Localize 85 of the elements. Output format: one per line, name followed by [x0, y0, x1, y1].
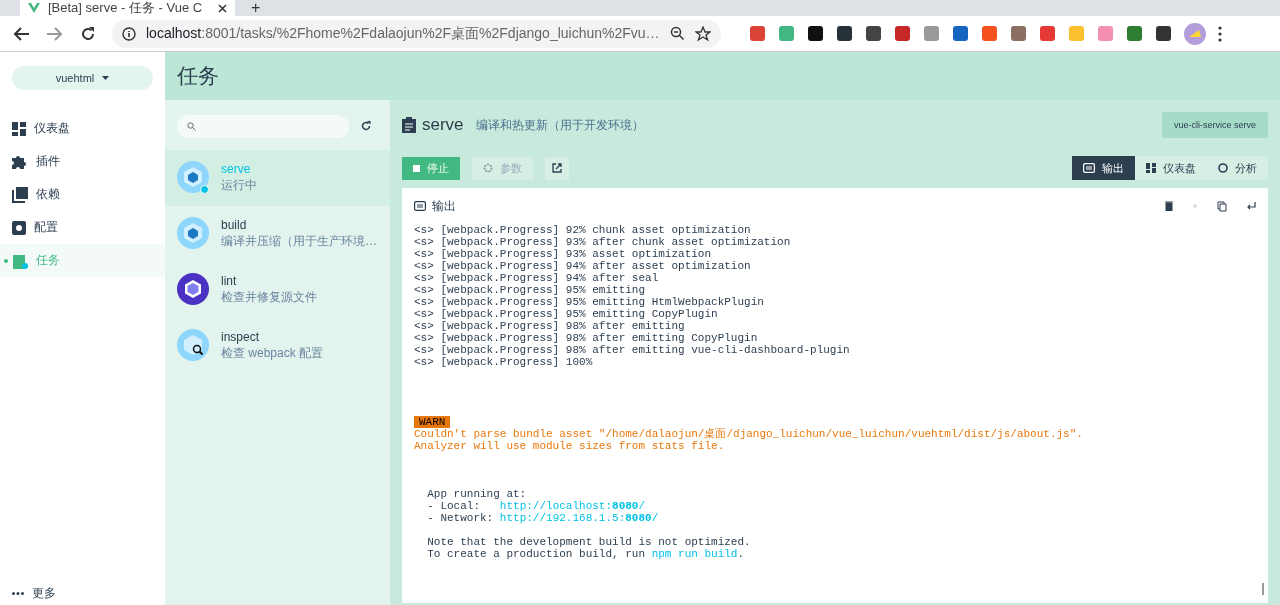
view-tab[interactable]: 分析	[1207, 156, 1268, 180]
log-line: To create a production build, run npm run build.	[426, 548, 746, 560]
browser-tab[interactable]: [Beta] serve - 任务 - Vue C	[20, 0, 235, 16]
log-line: <s> [webpack.Progress] 95% emitting CopyPlugin	[414, 308, 719, 320]
log-line: App running at:	[426, 488, 528, 500]
info-icon	[122, 26, 136, 41]
extension-icon[interactable]	[806, 25, 824, 42]
warning-line: Analyzer will use module sizes from stats file.	[414, 440, 726, 452]
dot-icon	[1193, 204, 1197, 208]
cube-icon	[177, 217, 211, 251]
task-item[interactable]: lint 检查并修复源文件	[165, 262, 390, 318]
view-tab[interactable]: 输出	[1072, 156, 1135, 180]
wrap-icon[interactable]	[1247, 201, 1256, 211]
task-subtitle: 编译和热更新（用于开发环境）	[475, 116, 644, 134]
nav-item[interactable]: 依赖	[0, 178, 165, 211]
log-line: <s> [webpack.Progress] 95% emitting	[414, 284, 647, 296]
task-description: 检查 webpack 配置	[221, 345, 324, 362]
output-title: 输出	[432, 197, 456, 215]
log-line: <s> [webpack.Progress] 98% after emitting	[414, 320, 686, 332]
extension-icon[interactable]	[864, 25, 882, 42]
star-icon[interactable]	[694, 25, 711, 42]
trash-icon[interactable]	[1165, 201, 1173, 211]
task-name: serve	[221, 162, 252, 176]
nav-item[interactable]: 配置	[0, 211, 165, 244]
open-external-icon	[552, 163, 562, 173]
log-line: <s> [webpack.Progress] 93% asset optimization	[414, 248, 713, 260]
dashboard-icon	[1146, 163, 1156, 173]
cube-search-icon	[177, 329, 211, 363]
reload-icon[interactable]	[80, 25, 96, 42]
message-icon	[414, 201, 426, 211]
address-bar[interactable]: localhost:8001/tasks/%2Fhome%2Fdalaojun%2F桌面%2Fdjango_luichun%2Fvu…	[112, 19, 721, 48]
library-icon	[12, 186, 28, 203]
cube-icon	[177, 161, 211, 195]
task-name: build	[221, 218, 248, 232]
nav-item[interactable]: 插件	[0, 145, 165, 178]
log-line: <s> [webpack.Progress] 94% after seal	[414, 272, 660, 284]
page-title: 任务	[177, 63, 219, 89]
warn-label: WARN	[414, 416, 451, 428]
more-button[interactable]: 更多	[0, 585, 165, 605]
new-tab-button[interactable]: +	[251, 0, 261, 16]
task-item[interactable]: inspect 检查 webpack 配置	[165, 318, 390, 374]
tab-title: [Beta] serve - 任务 - Vue C	[48, 0, 204, 16]
message-icon	[1083, 163, 1095, 173]
menu-icon[interactable]	[1217, 25, 1222, 42]
search-field[interactable]	[177, 114, 349, 138]
log-line: <s> [webpack.Progress] 98% after emitting CopyPlugin	[414, 332, 759, 344]
caret-icon	[102, 76, 110, 80]
log-line: <s> [webpack.Progress] 95% emitting HtmlWebpackPlugin	[414, 296, 765, 308]
back-icon[interactable]	[12, 25, 30, 42]
log-line: - Local: http://localhost:8080/	[426, 500, 647, 512]
zoom-out-icon[interactable]	[669, 26, 685, 41]
search-icon	[187, 121, 196, 131]
task-description: 编译并压缩（用于生产环境…	[221, 233, 377, 250]
open-external-button[interactable]	[545, 156, 569, 180]
log-line: <s> [webpack.Progress] 98% after emitting vue-cli-dashboard-plugin	[414, 344, 851, 356]
extension-icon[interactable]	[1154, 25, 1172, 42]
log-line: <s> [webpack.Progress] 93% after chunk asset optimization	[414, 236, 792, 248]
log-line: <s> [webpack.Progress] 92% chunk asset optimization	[414, 224, 752, 236]
task-description: 运行中	[221, 177, 257, 194]
log-line: <s> [webpack.Progress] 100%	[414, 356, 594, 368]
warning-line: Couldn't parse bundle asset "/home/dalaojun/桌面/django_luichun/vue_luichun/vuehtml/dist/js/about.js".	[414, 428, 1084, 440]
nav-item[interactable]: 仪表盘	[0, 112, 165, 145]
task-name: lint	[221, 274, 238, 288]
command-label: vue-cli-service serve	[1161, 112, 1268, 138]
task-title: serve	[422, 115, 464, 135]
view-tab[interactable]: 仪表盘	[1135, 156, 1207, 180]
task-description: 检查并修复源文件	[221, 289, 317, 306]
log-line: Note that the development build is not optimized.	[426, 536, 752, 548]
vue-logo-icon	[28, 3, 40, 13]
refresh-icon[interactable]	[361, 121, 371, 131]
task-item[interactable]: build 编译并压缩（用于生产环境…	[165, 206, 390, 262]
extension-icon[interactable]	[835, 25, 853, 42]
close-icon[interactable]	[218, 3, 227, 13]
forward-icon[interactable]	[46, 25, 64, 42]
puzzle-icon	[12, 154, 28, 169]
dashboard-icon	[12, 121, 26, 136]
task-name: inspect	[221, 330, 261, 344]
stop-icon	[413, 164, 420, 172]
dots-icon	[12, 591, 24, 595]
url-text: localhost:8001/tasks/%2Fhome%2Fdalaojun%2F桌面%2Fdjango_luichun%2Fvu…	[146, 24, 660, 43]
copy-icon[interactable]	[1217, 200, 1227, 212]
ring-icon	[1218, 163, 1228, 173]
log-line: - Network: http://192.168.1.5:8080/	[426, 512, 660, 524]
log-line: <s> [webpack.Progress] 94% after asset optimization	[414, 260, 752, 272]
project-selector[interactable]: vuehtml	[12, 66, 153, 90]
